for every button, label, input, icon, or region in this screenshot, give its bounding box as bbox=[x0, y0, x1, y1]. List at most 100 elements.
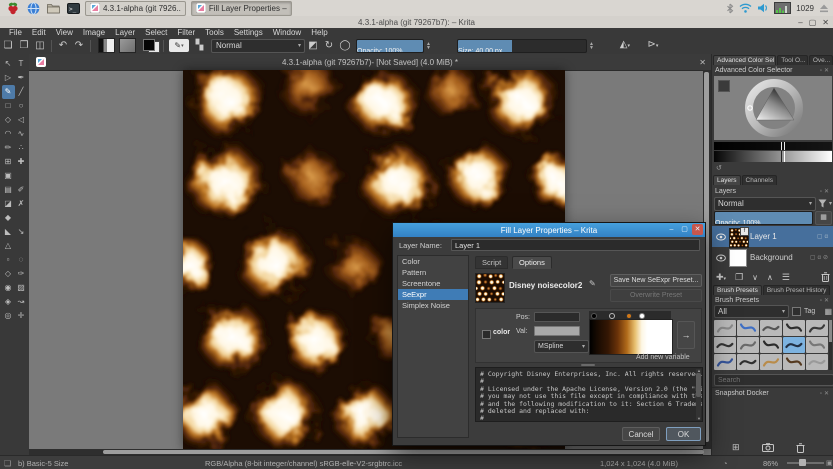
switch-to-snapshot-icon[interactable] bbox=[762, 443, 774, 452]
undo-icon[interactable]: ↶ bbox=[55, 38, 71, 53]
tool-smart-patch[interactable]: ✗ bbox=[15, 197, 28, 211]
layer-lock-icons[interactable]: ▢α bbox=[817, 233, 833, 240]
eraser-mode-icon[interactable]: ◩ bbox=[305, 38, 321, 53]
file-manager-icon[interactable] bbox=[46, 2, 60, 15]
tool-freehand-brush[interactable]: ✎ bbox=[2, 85, 15, 99]
tool-freehand-path[interactable]: ∿ bbox=[15, 127, 28, 141]
docker-float-close-icons[interactable]: ▫✕ bbox=[820, 188, 831, 195]
add-layer-button[interactable]: ✚▾ bbox=[716, 272, 726, 283]
brush-preset[interactable] bbox=[714, 354, 736, 370]
menu-filter[interactable]: Filter bbox=[172, 28, 200, 37]
clock[interactable]: 1029 bbox=[796, 4, 814, 13]
pattern-chooser[interactable] bbox=[119, 38, 136, 53]
size-slider[interactable]: Size: 40.00 px bbox=[457, 39, 587, 53]
current-color-swatch[interactable] bbox=[718, 80, 730, 92]
brush-display-mode-icon[interactable]: ▦ bbox=[824, 307, 832, 316]
brush-tag-filter-combo[interactable]: All▾ bbox=[714, 305, 789, 318]
taskbar-window-krita-main[interactable]: 4.3.1-alpha (git 7926.. bbox=[85, 1, 186, 16]
tool-gradient[interactable]: ◣ bbox=[2, 225, 15, 239]
tool-contiguous-select[interactable]: ◉ bbox=[2, 281, 15, 295]
new-document-icon[interactable]: ❏ bbox=[0, 38, 16, 53]
tool-ellipse-select[interactable]: ◌ bbox=[15, 253, 28, 267]
seexpr-preset-thumbnail[interactable] bbox=[475, 273, 505, 303]
brush-preset[interactable] bbox=[737, 354, 759, 370]
dialog-titlebar[interactable]: Fill Layer Properties – Krita – ▢ ✕ bbox=[393, 223, 705, 237]
tab-options[interactable]: Options bbox=[512, 256, 552, 269]
generator-color[interactable]: Color bbox=[398, 256, 468, 267]
raspberry-menu-icon[interactable] bbox=[6, 2, 20, 15]
brush-preset-icon[interactable]: ❏ bbox=[4, 459, 11, 468]
ok-button[interactable]: OK bbox=[666, 427, 701, 441]
value-bar-1[interactable] bbox=[714, 142, 832, 150]
blend-mode-combo[interactable]: Normal▾ bbox=[211, 39, 305, 53]
gradient-stop-strip[interactable] bbox=[589, 311, 671, 319]
tab-brush-presets[interactable]: Brush Presets bbox=[713, 285, 762, 295]
eject-icon[interactable] bbox=[819, 4, 829, 13]
opacity-spinner[interactable]: ▲▼ bbox=[426, 42, 431, 50]
maximize-button[interactable]: ▢ bbox=[809, 18, 817, 27]
move-layer-up-button[interactable]: ∧ bbox=[767, 273, 773, 282]
taskbar-window-fill-layer[interactable]: Fill Layer Properties – bbox=[191, 1, 292, 16]
edit-preset-icon[interactable]: ✎ bbox=[589, 279, 596, 288]
layer-properties-button[interactable]: ▦ bbox=[815, 211, 832, 225]
layer-name-input[interactable] bbox=[451, 239, 700, 251]
overwrite-preset-button[interactable]: Overwrite Preset bbox=[610, 289, 702, 302]
tool-gradient-edit[interactable]: ▤ bbox=[2, 183, 15, 197]
tool-polygon-select[interactable]: ◇ bbox=[2, 267, 15, 281]
bluetooth-icon[interactable] bbox=[726, 3, 734, 14]
dialog-maximize-button[interactable]: ▢ bbox=[679, 224, 690, 235]
tool-multibrush[interactable]: ∴ bbox=[15, 141, 28, 155]
cpu-monitor[interactable] bbox=[774, 2, 791, 14]
menu-edit[interactable]: Edit bbox=[27, 28, 51, 37]
tool-rect-select[interactable]: ▫ bbox=[2, 253, 15, 267]
layer-row-layer1[interactable]: f Layer 1 ▢α bbox=[712, 226, 833, 247]
value-bar-2[interactable] bbox=[714, 151, 832, 162]
minimize-button[interactable]: – bbox=[798, 18, 802, 27]
tool-select-shapes[interactable]: ↖ bbox=[2, 57, 15, 71]
layer-opacity-slider[interactable]: Opacity: 100% bbox=[714, 211, 813, 225]
tool-move[interactable]: ✚ bbox=[15, 155, 28, 169]
dialog-minimize-button[interactable]: – bbox=[666, 224, 677, 235]
brush-preset[interactable] bbox=[806, 320, 828, 336]
tool-dynamic-brush[interactable]: ✏ bbox=[2, 141, 15, 155]
wifi-icon[interactable] bbox=[739, 3, 752, 13]
visibility-eye-icon[interactable] bbox=[716, 233, 726, 241]
brush-preset[interactable] bbox=[737, 337, 759, 353]
edit-brush-settings-button[interactable]: ✎▾ bbox=[169, 39, 189, 52]
layer-row-background[interactable]: Background ▢α⊘ bbox=[712, 247, 833, 268]
menu-file[interactable]: File bbox=[4, 28, 27, 37]
color-var-checkbox[interactable] bbox=[482, 330, 491, 339]
tool-patch[interactable]: ◪ bbox=[2, 197, 15, 211]
filter-funnel-icon[interactable] bbox=[818, 199, 827, 208]
memory-icon[interactable]: ◔ bbox=[723, 459, 728, 468]
browser-icon[interactable] bbox=[26, 2, 40, 15]
filter-dropdown-icon[interactable]: ▾ bbox=[829, 200, 832, 207]
tool-polygon[interactable]: ◇ bbox=[2, 113, 15, 127]
save-new-preset-button[interactable]: Save New SeExpr Preset... bbox=[610, 274, 702, 287]
generator-simplex-noise[interactable]: Simplex Noise bbox=[398, 300, 468, 311]
create-snapshot-icon[interactable]: ⊞ bbox=[732, 442, 740, 453]
brush-grid-scrollbar[interactable] bbox=[829, 320, 832, 370]
tool-assistants[interactable]: △ bbox=[2, 239, 15, 253]
cancel-button[interactable]: Cancel bbox=[622, 427, 660, 441]
menu-settings[interactable]: Settings bbox=[229, 28, 268, 37]
menu-window[interactable]: Window bbox=[268, 28, 306, 37]
remove-snapshot-icon[interactable] bbox=[796, 443, 805, 453]
tab-overview[interactable]: Ove... bbox=[809, 55, 833, 65]
tool-color-sampler[interactable]: ✐ bbox=[15, 183, 28, 197]
volume-icon[interactable] bbox=[757, 3, 769, 13]
terminal-icon[interactable]: >_ bbox=[66, 2, 80, 15]
tab-script[interactable]: Script bbox=[475, 256, 508, 269]
brush-preset[interactable] bbox=[760, 354, 782, 370]
color-wheel-area[interactable] bbox=[714, 76, 832, 140]
tool-bezier-select[interactable]: ◈ bbox=[2, 295, 15, 309]
fullscreen-icon[interactable]: ▣ bbox=[826, 459, 833, 467]
brush-preset[interactable] bbox=[806, 354, 828, 370]
tool-edit-shapes[interactable]: ▷ bbox=[2, 71, 15, 85]
tool-polyline[interactable]: ◁ bbox=[15, 113, 28, 127]
dialog-close-button[interactable]: ✕ bbox=[692, 224, 703, 235]
tab-channels[interactable]: Channels bbox=[742, 175, 777, 185]
tool-bezier-curve[interactable]: ◠ bbox=[2, 127, 15, 141]
brush-preset[interactable] bbox=[783, 320, 805, 336]
tool-crop[interactable]: ▣ bbox=[2, 169, 15, 183]
